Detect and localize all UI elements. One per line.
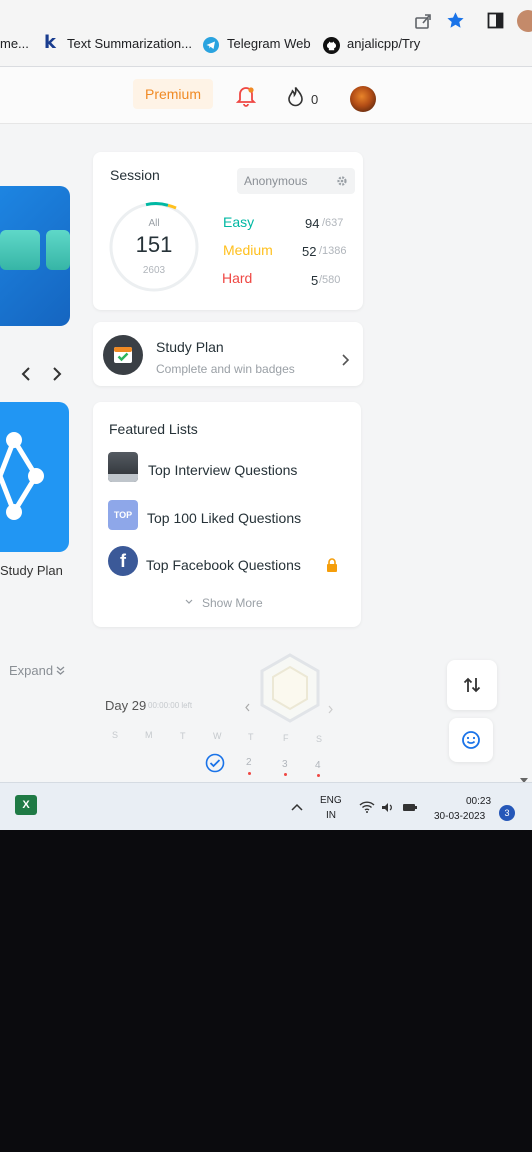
clock-date[interactable]: 30-03-2023 xyxy=(434,811,485,822)
difficulty-hard-label: Hard xyxy=(222,270,253,286)
date-marker-dot xyxy=(284,773,287,776)
k-site-icon: k xyxy=(44,32,56,53)
weekday-label: F xyxy=(283,733,289,743)
feedback-button[interactable] xyxy=(449,718,493,762)
premium-button[interactable]: Premium xyxy=(133,79,213,109)
chevron-up-icon[interactable] xyxy=(291,803,303,811)
study-plan-caption: Study Plan xyxy=(0,563,63,578)
difficulty-medium-total: /1386 xyxy=(319,245,347,257)
day-completed-check-icon[interactable] xyxy=(205,753,225,773)
expand-link[interactable]: Expand xyxy=(9,663,53,678)
date-marker-dot xyxy=(248,772,251,775)
study-plan-row[interactable]: Study Plan Complete and win badges xyxy=(93,322,363,386)
double-chevron-down-icon xyxy=(56,666,65,675)
solved-count: 151 xyxy=(135,232,173,257)
weekday-label: S xyxy=(112,730,119,740)
gear-icon[interactable] xyxy=(336,175,348,187)
calendar-date[interactable]: 4 xyxy=(315,760,321,771)
difficulty-medium-solved: 52 xyxy=(302,244,317,259)
weekday-label: W xyxy=(213,731,222,741)
facebook-icon: f xyxy=(108,546,138,576)
bookmark-anjalicpp-try[interactable]: anjalicpp/Try xyxy=(347,36,420,51)
challenge-time-left: 00:00:00 left xyxy=(148,701,193,710)
ring-label: All xyxy=(148,218,160,229)
calendar-check-icon xyxy=(114,347,132,363)
language-indicator[interactable]: ENG xyxy=(320,795,342,806)
bookmark-item-label[interactable]: me... xyxy=(0,36,29,51)
calendar-next-icon[interactable] xyxy=(327,705,334,714)
difficulty-hard-total: /580 xyxy=(319,274,341,286)
bookmark-star-icon[interactable] xyxy=(446,11,465,30)
study-plan-badge xyxy=(103,335,143,375)
session-selector-value: Anonymous xyxy=(244,174,308,188)
share-icon[interactable] xyxy=(414,12,432,30)
speaker-icon[interactable] xyxy=(381,802,393,813)
excel-icon[interactable]: X xyxy=(15,795,37,815)
chevron-right-icon[interactable] xyxy=(50,366,64,382)
graph-network-icon xyxy=(0,432,44,520)
difficulty-medium-label: Medium xyxy=(223,242,273,258)
session-title: Session xyxy=(110,167,160,183)
session-selector[interactable]: Anonymous xyxy=(237,168,355,194)
weekday-label: T xyxy=(180,731,186,741)
streak-count: 0 xyxy=(311,92,319,107)
region-indicator[interactable]: IN xyxy=(326,810,336,821)
notification-count-badge[interactable]: 3 xyxy=(499,805,515,821)
side-panel-icon[interactable] xyxy=(487,12,504,29)
calendar-prev-icon[interactable] xyxy=(244,703,251,712)
challenge-day-label: Day 29 xyxy=(105,698,147,713)
calendar-date[interactable]: 2 xyxy=(246,757,252,768)
featured-item-interview[interactable]: Top Interview Questions xyxy=(148,462,297,478)
study-plan-card[interactable] xyxy=(0,402,69,552)
swap-arrows-icon xyxy=(463,677,481,693)
lock-icon xyxy=(327,558,337,572)
difficulty-hard-solved: 5 xyxy=(311,273,319,288)
interview-list-icon xyxy=(108,452,138,482)
chevron-down-icon xyxy=(185,599,193,604)
promo-graphic-block xyxy=(46,230,70,270)
difficulty-easy-label: Easy xyxy=(223,214,255,230)
user-avatar[interactable] xyxy=(350,86,376,112)
weekday-label: S xyxy=(316,734,323,744)
switch-layout-button[interactable] xyxy=(447,660,497,710)
difficulty-easy-solved: 94 xyxy=(305,216,320,231)
featured-item-top-liked[interactable]: Top 100 Liked Questions xyxy=(147,510,301,526)
show-more-link[interactable]: Show More xyxy=(202,596,263,610)
streak-flame-icon[interactable] xyxy=(287,86,304,107)
screen: me... k Text Summarization... Telegram W… xyxy=(0,0,532,830)
featured-lists-card: Featured Lists Top Interview Questions T… xyxy=(93,402,361,627)
site-nav-bar: Premium 0 xyxy=(0,67,532,124)
chevron-right-icon xyxy=(342,354,350,366)
browser-bookmarks-bar: me... k Text Summarization... Telegram W… xyxy=(0,0,532,67)
wifi-icon[interactable] xyxy=(359,801,375,813)
bookmark-text-summarization[interactable]: Text Summarization... xyxy=(67,36,192,51)
total-count: 2603 xyxy=(142,265,166,276)
date-marker-dot xyxy=(317,774,320,777)
monitor-bezel xyxy=(0,830,532,1152)
session-progress-card: Session Anonymous All 151 2603 Easy 94 /… xyxy=(93,152,363,310)
top-liked-icon: TOP xyxy=(108,500,138,530)
notification-bell-icon[interactable] xyxy=(236,85,256,107)
left-promo-card[interactable] xyxy=(0,186,70,326)
daily-badge-hexagon-icon xyxy=(260,653,320,723)
calendar-date[interactable]: 3 xyxy=(282,759,288,770)
promo-graphic-block xyxy=(0,230,40,270)
weekday-label: T xyxy=(248,732,254,742)
difficulty-easy-total: /637 xyxy=(322,217,344,229)
profile-avatar[interactable] xyxy=(517,10,532,32)
github-icon xyxy=(323,37,340,54)
study-plan-title: Study Plan xyxy=(156,339,224,355)
windows-taskbar: X ENG IN 00:23 30-03-2023 3 xyxy=(0,782,532,830)
chevron-left-icon[interactable] xyxy=(19,366,33,382)
smiley-chat-icon xyxy=(462,731,480,749)
bookmark-telegram-web[interactable]: Telegram Web xyxy=(227,36,311,51)
battery-icon[interactable] xyxy=(402,802,418,813)
study-plan-subtitle: Complete and win badges xyxy=(156,362,295,376)
featured-lists-title: Featured Lists xyxy=(109,421,198,437)
weekday-label: M xyxy=(145,730,153,740)
featured-item-facebook[interactable]: Top Facebook Questions xyxy=(146,557,301,573)
telegram-icon xyxy=(203,37,219,53)
clock-time[interactable]: 00:23 xyxy=(466,796,491,807)
